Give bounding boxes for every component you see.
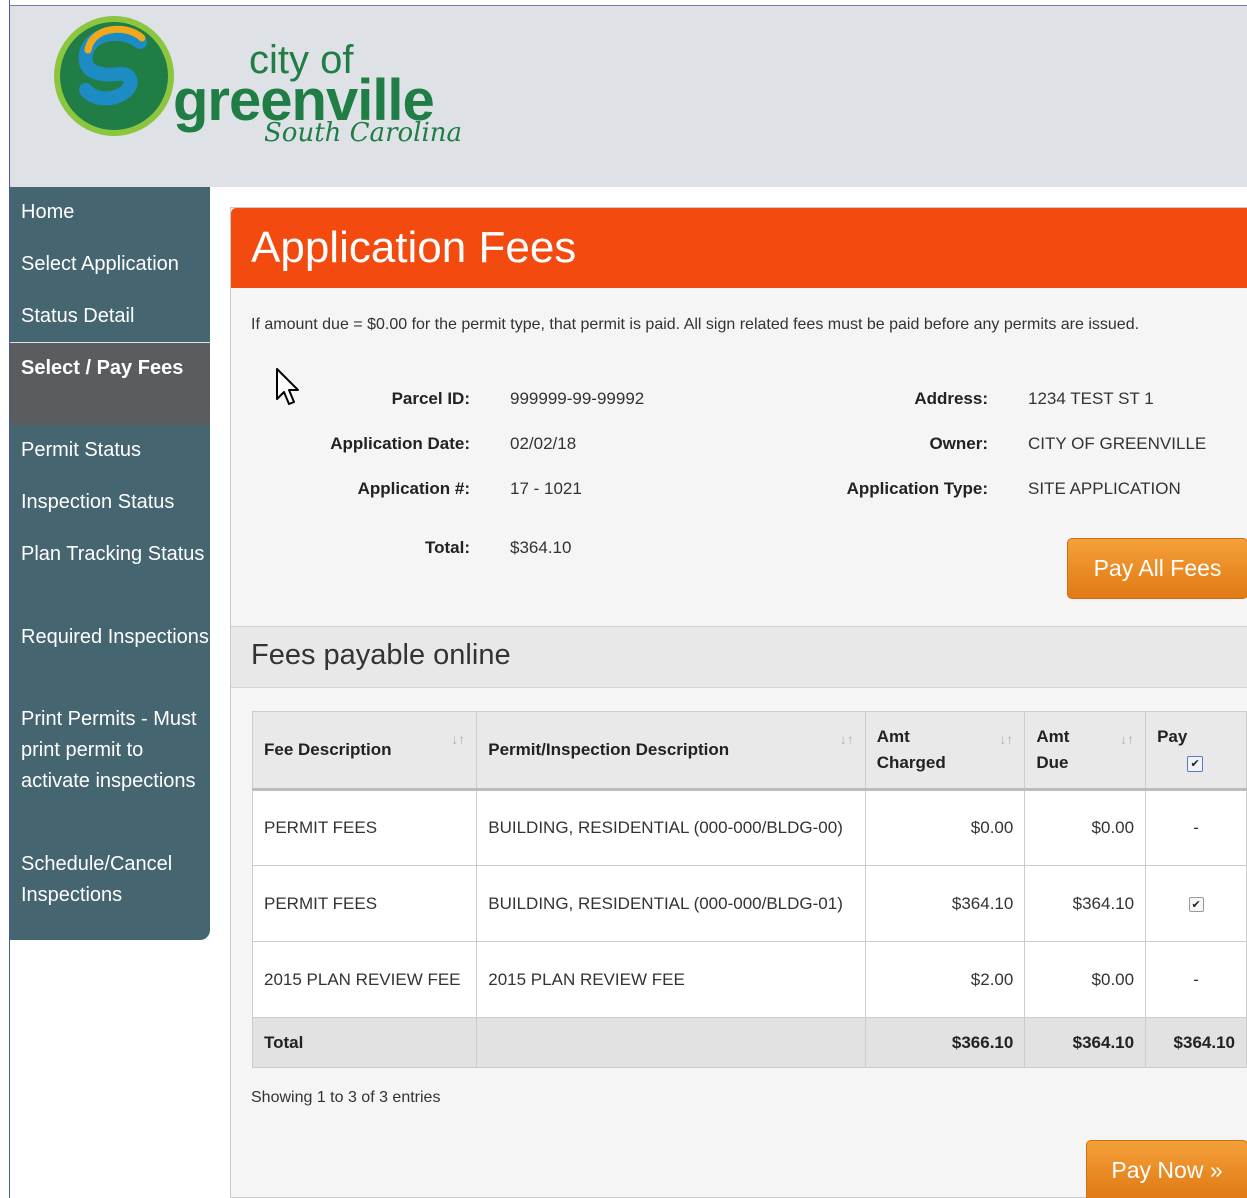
column-header-permit-description[interactable]: Permit/Inspection Description ↓↑	[476, 711, 866, 791]
sidebar-item-inspection-status[interactable]: Inspection Status	[10, 487, 210, 518]
address-value: 1234 TEST ST 1	[1028, 389, 1154, 408]
application-number-label: Application #:	[357, 479, 470, 498]
column-header-amt-charged[interactable]: Amt Charged ↓↑	[864, 711, 1026, 791]
section-title: Fees payable online	[251, 639, 511, 671]
fee-description-cell: PERMIT FEES	[251, 789, 478, 866]
column-header-amt-due[interactable]: Amt Due ↓↑	[1024, 711, 1147, 791]
sort-icon: ↓↑	[999, 731, 1014, 747]
pay-cell: -	[1145, 941, 1247, 1018]
sort-icon: ↓↑	[451, 731, 466, 747]
application-date-label: Application Date:	[330, 434, 470, 453]
pay-now-button[interactable]: Pay Now »	[1086, 1140, 1247, 1198]
sidebar-item-schedule-cancel-inspections[interactable]: Schedule/Cancel Inspections	[10, 849, 210, 911]
total-amt-charged: $366.10	[864, 1017, 1026, 1068]
parcel-id-label: Parcel ID:	[391, 389, 470, 408]
table-row: PERMIT FEES BUILDING, RESIDENTIAL (000-0…	[251, 789, 1247, 866]
application-type-value: SITE APPLICATION	[1028, 479, 1181, 498]
application-number-value: 17 - 1021	[510, 479, 582, 498]
table-total-row: Total $366.10 $364.10 $364.10	[251, 1017, 1247, 1068]
sidebar-item-select-application[interactable]: Select Application	[10, 249, 210, 280]
column-header-pay: Pay ✔	[1145, 711, 1247, 791]
owner-value: CITY OF GREENVILLE	[1028, 434, 1207, 453]
total-label: Total:	[424, 538, 470, 557]
sidebar-nav: Home Select Application Status Detail Se…	[10, 187, 210, 940]
total-value: $364.10	[510, 538, 572, 557]
application-type-label: Application Type:	[846, 479, 988, 498]
select-all-checkbox[interactable]: ✔	[1187, 755, 1204, 772]
column-header-fee-description[interactable]: Fee Description ↓↑	[251, 711, 478, 791]
address-label: Address:	[914, 389, 988, 408]
sidebar-item-home[interactable]: Home	[10, 197, 210, 228]
sidebar-item-status-detail[interactable]: Status Detail	[10, 301, 210, 332]
total-row-blank	[476, 1017, 866, 1068]
application-date-value: 02/02/18	[510, 434, 577, 453]
fees-table: Fee Description ↓↑ Permit/Inspection Des…	[251, 711, 1247, 1068]
table-row: 2015 PLAN REVIEW FEE 2015 PLAN REVIEW FE…	[251, 941, 1247, 1018]
permit-description-cell: BUILDING, RESIDENTIAL (000-000/BLDG-01)	[476, 865, 866, 942]
fee-description-cell: PERMIT FEES	[251, 865, 478, 942]
page-title: Application Fees	[251, 223, 577, 272]
amt-charged-cell: $364.10	[864, 865, 1026, 942]
amt-due-cell: $0.00	[1024, 941, 1147, 1018]
table-entries-info: Showing 1 to 3 of 3 entries	[251, 1089, 441, 1106]
fees-payable-online-header: Fees payable online	[231, 626, 1247, 688]
mouse-pointer-icon	[276, 368, 299, 405]
page: city of greenville South Carolina Home S…	[0, 0, 1247, 1198]
pay-all-fees-button[interactable]: Pay All Fees	[1067, 538, 1247, 599]
total-pay: $364.10	[1145, 1017, 1247, 1068]
total-row-label: Total	[251, 1017, 478, 1068]
owner-label: Owner:	[929, 434, 988, 453]
sidebar-item-select-pay-fees[interactable]: Select / Pay Fees	[10, 342, 210, 426]
pay-checkbox[interactable]: ✔	[1188, 896, 1204, 912]
amt-due-cell: $0.00	[1024, 789, 1147, 866]
sort-icon: ↓↑	[839, 731, 854, 747]
sidebar-item-required-inspections[interactable]: Required Inspections	[10, 622, 210, 653]
city-logo[interactable]: city of greenville South Carolina	[52, 14, 472, 154]
permit-description-cell: 2015 PLAN REVIEW FEE	[476, 941, 866, 1018]
sidebar-item-plan-tracking-status[interactable]: Plan Tracking Status	[10, 539, 210, 570]
greenville-g-emblem-icon	[54, 16, 174, 136]
sidebar-item-permit-status[interactable]: Permit Status	[10, 435, 210, 466]
panel-header: Application Fees	[231, 208, 1247, 288]
amt-charged-cell: $2.00	[864, 941, 1026, 1018]
permit-description-cell: BUILDING, RESIDENTIAL (000-000/BLDG-00)	[476, 789, 866, 866]
pay-cell: -	[1145, 789, 1247, 866]
total-amt-due: $364.10	[1024, 1017, 1147, 1068]
logo-south-carolina-text: South Carolina	[264, 118, 463, 148]
sort-icon: ↓↑	[1120, 731, 1135, 747]
pay-cell: ✔	[1145, 865, 1247, 942]
payment-notice: If amount due = $0.00 for the permit typ…	[251, 316, 1140, 333]
parcel-id-value: 999999-99-99992	[510, 389, 645, 408]
amt-due-cell: $364.10	[1024, 865, 1147, 942]
sidebar-item-print-permits[interactable]: Print Permits - Must print permit to act…	[10, 704, 210, 797]
application-fees-panel: Application Fees If amount due = $0.00 f…	[230, 207, 1247, 1198]
fee-description-cell: 2015 PLAN REVIEW FEE	[251, 941, 478, 1018]
site-header: city of greenville South Carolina	[10, 6, 1247, 187]
amt-charged-cell: $0.00	[864, 789, 1026, 866]
table-row: PERMIT FEES BUILDING, RESIDENTIAL (000-0…	[251, 865, 1247, 942]
